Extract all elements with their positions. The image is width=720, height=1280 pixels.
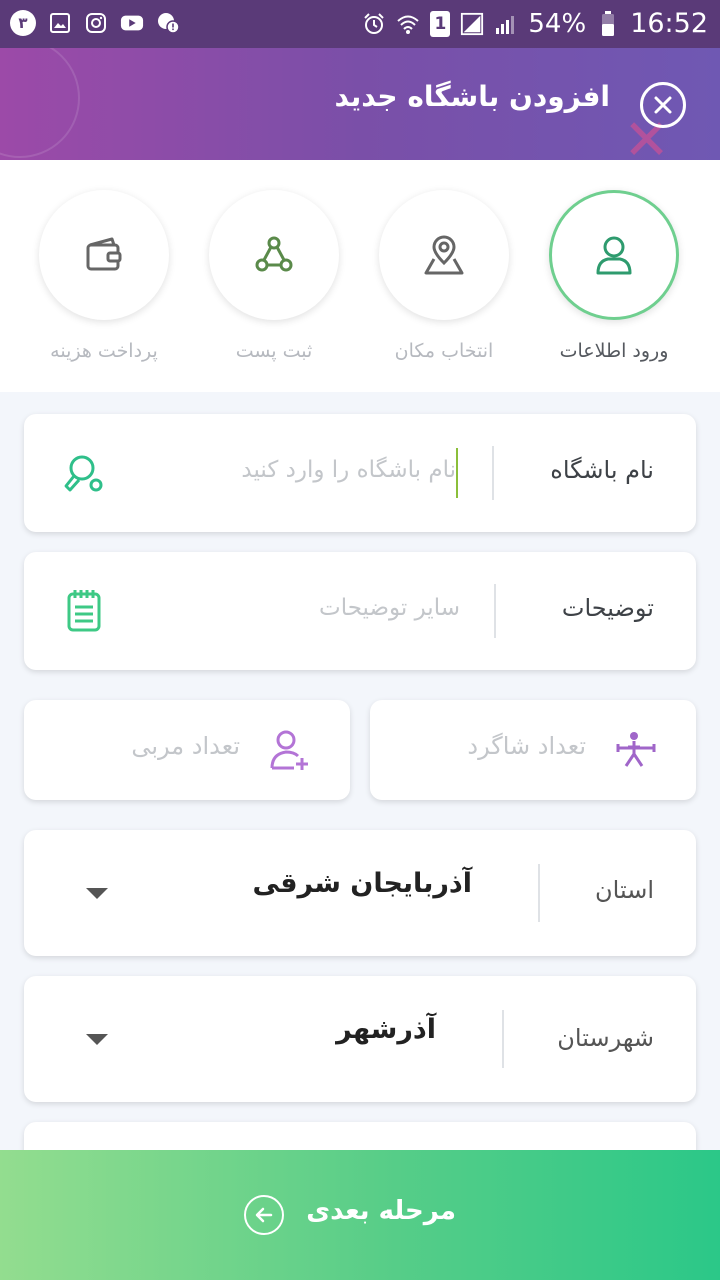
gallery-icon bbox=[48, 11, 72, 35]
youtube-icon bbox=[120, 11, 144, 35]
club-name-label: نام باشگاه bbox=[550, 456, 654, 484]
step-label: ورود اطلاعات bbox=[559, 340, 669, 362]
page-title: افزودن باشگاه جدید bbox=[334, 80, 610, 113]
sim-icon: 1 bbox=[430, 10, 451, 37]
step-label: انتخاب مکان bbox=[394, 340, 494, 362]
step-label: پرداخت هزینه bbox=[50, 340, 158, 362]
city-select[interactable]: شهرستان آذرشهر bbox=[24, 976, 696, 1102]
students-count-card[interactable]: تعداد شاگرد bbox=[370, 700, 696, 800]
next-step-button[interactable]: مرحله بعدی bbox=[0, 1150, 720, 1280]
step-enter-info[interactable]: ورود اطلاعات bbox=[548, 190, 680, 362]
add-person-icon bbox=[268, 728, 312, 776]
user-icon bbox=[596, 236, 632, 275]
description-card[interactable]: توضیحات سایر توضیحات bbox=[24, 552, 696, 670]
step-circle bbox=[549, 190, 679, 320]
coaches-count-card[interactable]: تعداد مربی bbox=[24, 700, 350, 800]
step-select-location[interactable]: انتخاب مکان bbox=[378, 190, 510, 362]
alarm-icon bbox=[362, 12, 386, 36]
field-divider bbox=[492, 446, 494, 500]
club-name-input[interactable]: نام باشگاه را وارد کنید bbox=[241, 457, 456, 483]
step-circle bbox=[209, 190, 339, 320]
field-divider bbox=[494, 584, 496, 638]
status-bar: ۳ 1 54% 16:52 bbox=[0, 0, 720, 48]
map-pin-icon bbox=[424, 235, 464, 275]
step-circle bbox=[379, 190, 509, 320]
clock: 16:52 bbox=[630, 8, 708, 39]
app-header: ✕ افزودن باشگاه جدید bbox=[0, 48, 720, 160]
athlete-icon bbox=[614, 728, 658, 776]
arrow-left-icon bbox=[244, 1195, 284, 1235]
province-select[interactable]: استان آذربایجان شرقی bbox=[24, 830, 696, 956]
province-label: استان bbox=[595, 876, 654, 904]
signal-icon bbox=[494, 12, 518, 36]
notepad-icon bbox=[64, 588, 104, 638]
chevron-down-icon bbox=[86, 1034, 108, 1045]
close-icon bbox=[654, 96, 672, 114]
next-step-label: مرحله بعدی bbox=[306, 1196, 456, 1226]
sim-number: 1 bbox=[434, 13, 447, 34]
text-cursor bbox=[456, 448, 458, 498]
chat-alert-icon bbox=[156, 11, 180, 35]
step-label: ثبت پست bbox=[235, 340, 313, 362]
field-divider bbox=[538, 864, 540, 922]
step-circle bbox=[39, 190, 169, 320]
club-name-card[interactable]: نام باشگاه نام باشگاه را وارد کنید bbox=[24, 414, 696, 532]
step-indicator: ورود اطلاعات انتخاب مکان ثبت پست پرداخت … bbox=[0, 160, 720, 392]
step-submit-post[interactable]: ثبت پست bbox=[208, 190, 340, 362]
description-label: توضیحات bbox=[561, 594, 654, 622]
province-value: آذربایجان شرقی bbox=[252, 868, 472, 899]
wifi-icon bbox=[396, 12, 420, 36]
coaches-count-input[interactable]: تعداد مربی bbox=[131, 732, 240, 760]
header-decoration-circle bbox=[0, 48, 80, 158]
description-input[interactable]: سایر توضیحات bbox=[319, 595, 460, 621]
close-button[interactable] bbox=[640, 82, 686, 128]
notification-count-badge: ۳ bbox=[10, 10, 36, 36]
chevron-down-icon bbox=[86, 888, 108, 899]
city-value: آذرشهر bbox=[336, 1014, 436, 1045]
ping-pong-icon bbox=[62, 452, 106, 500]
wallet-icon bbox=[86, 237, 122, 271]
field-divider bbox=[502, 1010, 504, 1068]
instagram-icon bbox=[84, 11, 108, 35]
step-payment[interactable]: پرداخت هزینه bbox=[38, 190, 170, 362]
share-icon bbox=[255, 236, 293, 272]
city-label: شهرستان bbox=[557, 1024, 654, 1052]
battery-percent: 54% bbox=[528, 8, 587, 39]
students-count-input[interactable]: تعداد شاگرد bbox=[467, 732, 586, 760]
battery-icon bbox=[596, 10, 620, 36]
no-signal-icon bbox=[460, 12, 484, 36]
